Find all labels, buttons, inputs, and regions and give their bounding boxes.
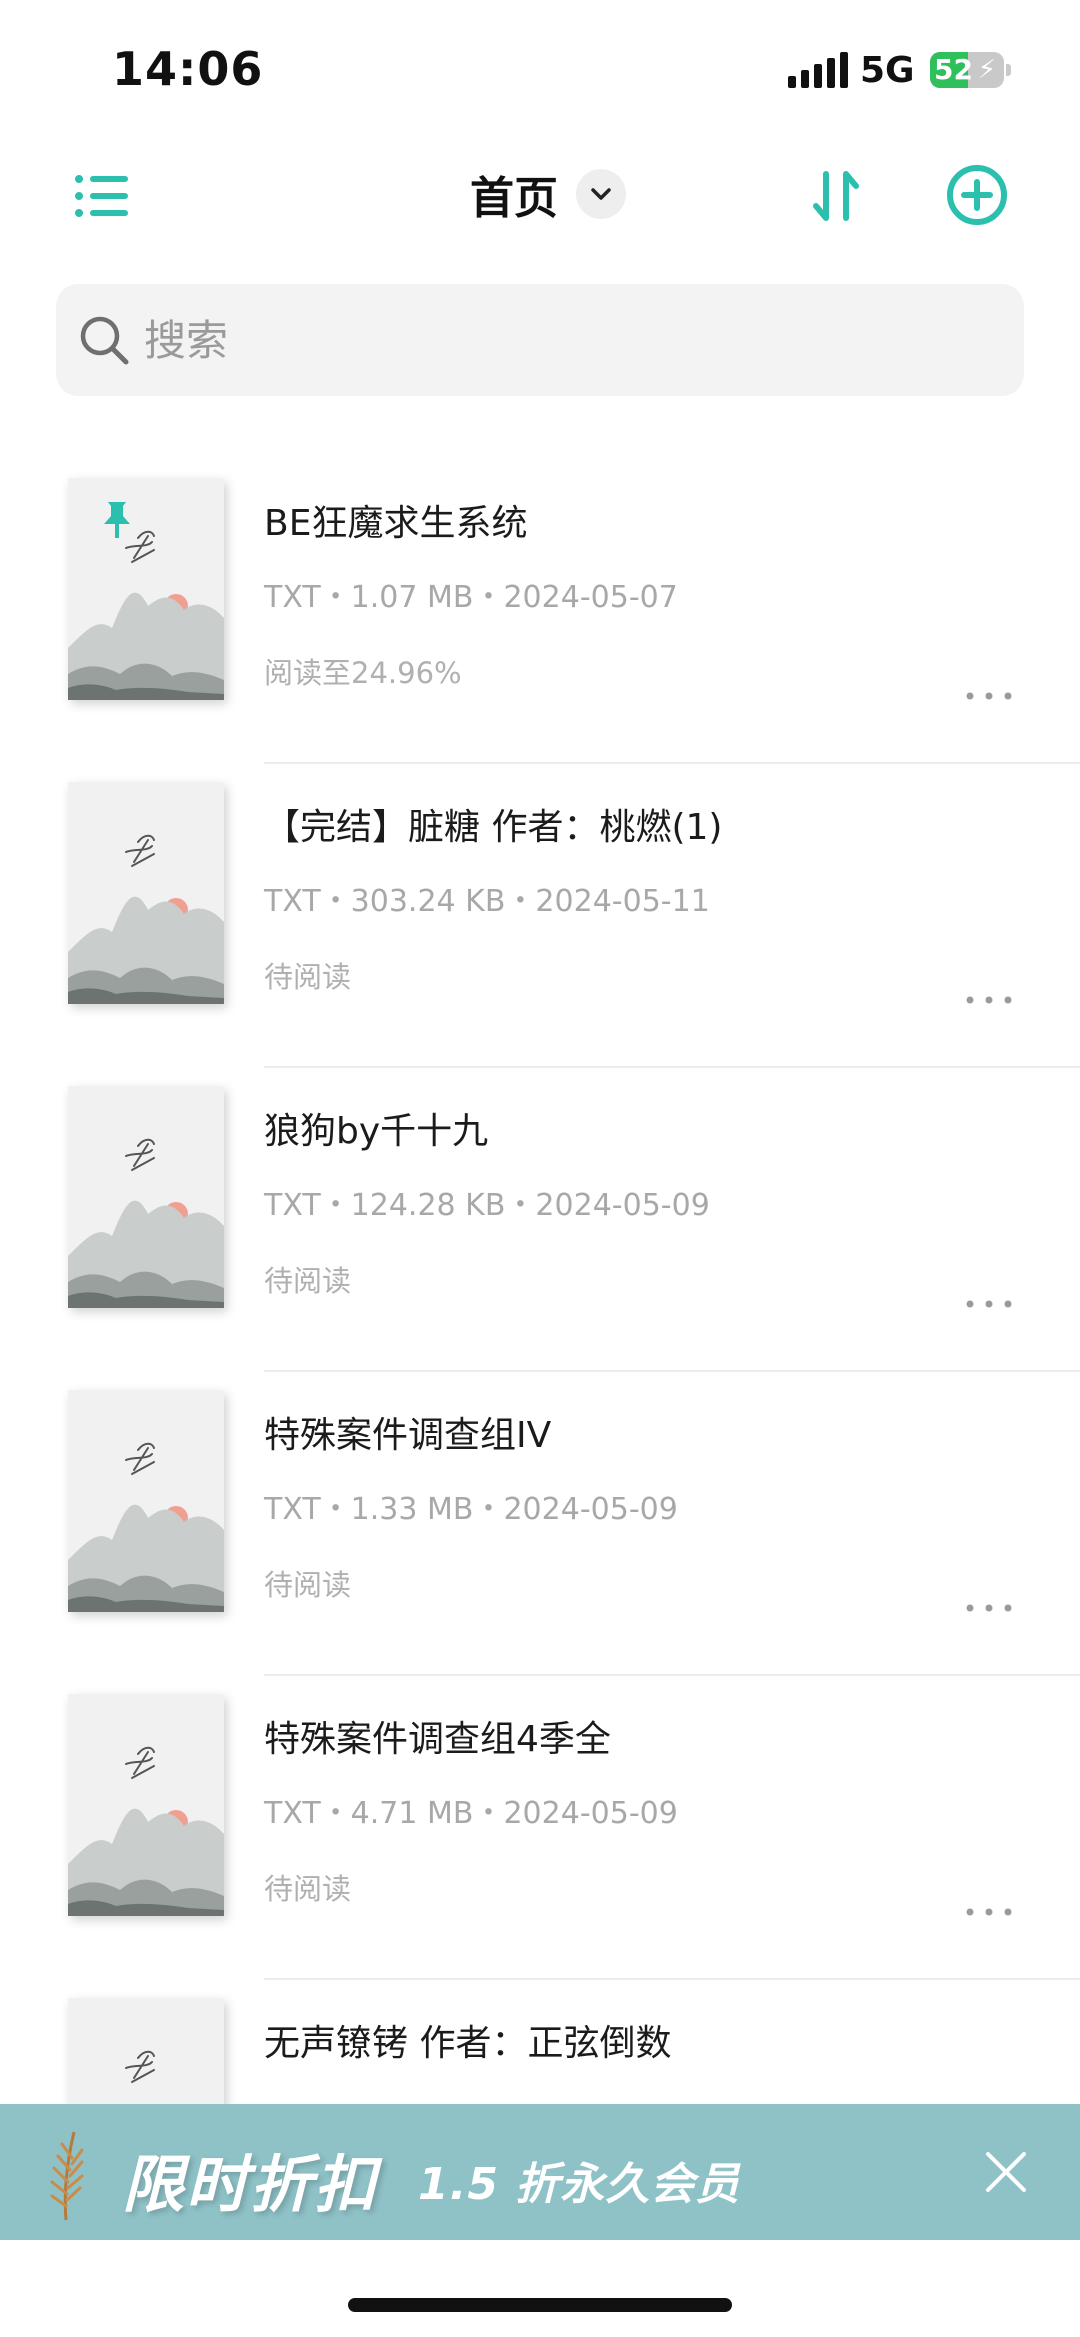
more-options-icon[interactable] [964, 1598, 1014, 1618]
pin-icon [104, 502, 130, 538]
book-cover [68, 1390, 224, 1612]
charging-bolt-icon: ⚡ [977, 55, 996, 85]
book-meta: TXT・1.07 MB・2024-05-07 [264, 580, 678, 615]
book-title: 无声镣铐 作者：正弦倒数 [264, 2023, 672, 2064]
book-title: 特殊案件调查组4季全 [264, 1719, 611, 1760]
battery-percent: 52 [934, 53, 973, 86]
ink-landscape-cover-image [68, 478, 224, 700]
book-list-item[interactable]: BE狂魔求生系统 TXT・1.07 MB・2024-05-07 阅读至24.96… [0, 460, 1080, 764]
book-list-item[interactable]: 狼狗by千十九 TXT・124.28 KB・2024-05-09 待阅读 [0, 1068, 1080, 1372]
battery-icon: 52 ⚡ [930, 52, 1004, 88]
feather-leaf-icon [50, 2131, 84, 2221]
book-cover [68, 478, 224, 700]
search-input[interactable] [144, 315, 964, 365]
more-options-icon[interactable] [964, 686, 1014, 706]
book-meta: TXT・303.24 KB・2024-05-11 [264, 884, 710, 919]
more-options-icon[interactable] [964, 1294, 1014, 1314]
book-reading-status: 待阅读 [264, 1568, 352, 1602]
chevron-down-icon[interactable] [576, 169, 626, 219]
promo-subtitle: 1.5 折永久会员 [418, 2159, 741, 2210]
promo-title: 限时折扣 [122, 2148, 379, 2221]
promo-banner[interactable]: 限时折扣 1.5 折永久会员 [0, 2104, 1080, 2240]
app-header: 首页 [0, 150, 1080, 240]
book-cover [68, 1694, 224, 1916]
book-cover [68, 1086, 224, 1308]
status-time: 14:06 [112, 42, 264, 96]
book-title: 特殊案件调查组IV [264, 1415, 552, 1456]
page-title: 首页 [470, 173, 558, 224]
book-list-item[interactable]: 特殊案件调查组IV TXT・1.33 MB・2024-05-09 待阅读 [0, 1372, 1080, 1676]
close-icon[interactable] [982, 2148, 1030, 2196]
more-options-icon[interactable] [964, 990, 1014, 1010]
search-bar[interactable] [56, 284, 1024, 396]
ink-landscape-cover-image [68, 1694, 224, 1916]
signal-strength-icon [788, 52, 848, 88]
ink-landscape-cover-image [68, 1390, 224, 1612]
list-menu-icon[interactable] [74, 172, 130, 220]
network-type: 5G [860, 50, 915, 91]
book-meta: TXT・4.71 MB・2024-05-09 [264, 1796, 678, 1831]
book-title: 【完结】脏糖 作者：桃燃(1) [264, 807, 723, 848]
book-list-item[interactable]: 【完结】脏糖 作者：桃燃(1) TXT・303.24 KB・2024-05-11… [0, 764, 1080, 1068]
book-meta: TXT・124.28 KB・2024-05-09 [264, 1188, 710, 1223]
home-indicator[interactable] [348, 2298, 732, 2312]
book-title: 狼狗by千十九 [264, 1111, 489, 1152]
book-reading-status: 待阅读 [264, 1872, 352, 1906]
more-options-icon[interactable] [964, 1902, 1014, 1922]
plus-circle-icon[interactable] [946, 164, 1008, 226]
book-reading-status: 待阅读 [264, 960, 352, 994]
title-dropdown[interactable]: 首页 [470, 162, 626, 226]
book-meta: TXT・1.33 MB・2024-05-09 [264, 1492, 678, 1527]
book-reading-status: 待阅读 [264, 1264, 352, 1298]
ink-landscape-cover-image [68, 782, 224, 1004]
battery-cap [1006, 64, 1011, 76]
status-bar: 14:06 5G 52 ⚡ [0, 0, 1080, 140]
book-title: BE狂魔求生系统 [264, 503, 528, 544]
book-list-item[interactable]: 特殊案件调查组4季全 TXT・4.71 MB・2024-05-09 待阅读 [0, 1676, 1080, 1980]
book-reading-status: 阅读至24.96% [264, 656, 462, 690]
ink-landscape-cover-image [68, 1086, 224, 1308]
sort-arrows-icon[interactable] [808, 168, 864, 224]
book-list: BE狂魔求生系统 TXT・1.07 MB・2024-05-07 阅读至24.96… [0, 460, 1080, 2284]
search-icon [80, 316, 129, 365]
book-cover [68, 782, 224, 1004]
